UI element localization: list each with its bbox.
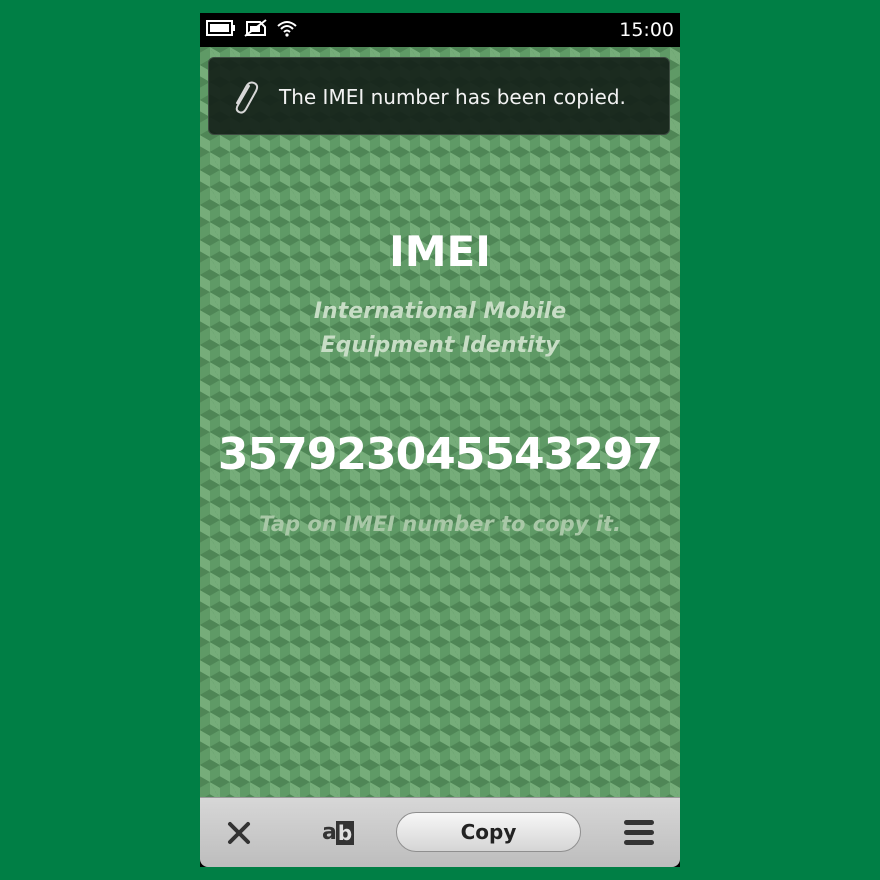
close-icon[interactable] [224, 818, 254, 848]
text-format-a: a [322, 820, 337, 845]
status-bar: 15:00 [200, 13, 680, 47]
page-title: IMEI [389, 227, 491, 276]
menu-icon[interactable] [624, 819, 654, 847]
status-icons [206, 19, 298, 41]
subtitle: International Mobile Equipment Identity [200, 295, 680, 363]
no-sim-icon [244, 19, 268, 41]
paperclip-icon [229, 78, 259, 114]
phone-frame: 15:00 The IMEI number has been copied. I… [200, 13, 680, 867]
copied-notification[interactable]: The IMEI number has been copied. [208, 57, 670, 135]
notification-text: The IMEI number has been copied. [279, 85, 626, 109]
wifi-icon [276, 19, 298, 41]
imei-number[interactable]: 357923045543297 [200, 427, 680, 483]
bottom-toolbar: a b Copy [200, 797, 680, 867]
text-format-icon[interactable]: a b [320, 816, 356, 850]
battery-icon [206, 20, 236, 40]
menu-line-3 [624, 840, 654, 845]
subtitle-line-1: International Mobile [313, 299, 567, 324]
copy-button[interactable]: Copy [396, 812, 581, 852]
menu-line-2 [624, 830, 654, 835]
copy-hint: Tap on IMEI number to copy it. [259, 512, 621, 536]
menu-line-1 [624, 820, 654, 825]
imei-content: The IMEI number has been copied. IMEI In… [200, 47, 680, 797]
clock: 15:00 [619, 19, 674, 41]
text-format-b: b [336, 821, 354, 845]
subtitle-line-2: Equipment Identity [320, 333, 560, 358]
